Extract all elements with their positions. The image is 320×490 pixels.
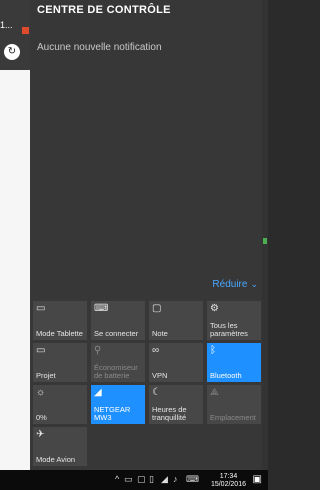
tab-label[interactable]: 1... — [0, 20, 13, 36]
quick-action-label: Mode Tablette — [36, 329, 83, 338]
chevron-up-icon[interactable]: ^ — [115, 474, 119, 484]
quick-action-all-settings[interactable]: ⚙ Tous les paramètres — [207, 301, 261, 340]
chevron-down-icon: ⌄ — [250, 279, 258, 289]
window-content — [0, 70, 34, 470]
quick-action-label: Note — [152, 329, 168, 338]
input-language-icon[interactable]: ⌨ — [186, 474, 199, 485]
quiet-hours-icon: ☾ — [152, 387, 161, 398]
location-icon: ⟁ — [210, 387, 219, 398]
panel-title: CENTRE DE CONTRÔLE — [37, 4, 171, 16]
quick-action-label: Tous les paramètres — [210, 321, 248, 338]
collapse-link[interactable]: Réduire ⌄ — [212, 279, 258, 290]
quick-action-label: Se connecter — [94, 329, 139, 338]
quick-action-wifi[interactable]: ◢ NETGEAR MW3 — [91, 385, 145, 424]
battery-saver-icon: ⚲ — [94, 345, 102, 356]
quick-action-location[interactable]: ⟁ Emplacement — [207, 385, 261, 424]
quick-action-label: Heures de tranquillité — [152, 405, 187, 422]
quick-action-tablet-mode[interactable]: ▭ Mode Tablette — [33, 301, 87, 340]
quick-action-label: Économiseur de batterie — [94, 363, 138, 380]
quick-action-label: Bluetooth — [210, 371, 242, 380]
wifi-icon[interactable]: ◢ — [161, 474, 168, 485]
project-icon: ▭ — [36, 345, 46, 356]
quick-action-label: Projet — [36, 371, 56, 380]
airplane-icon: ✈ — [36, 429, 45, 440]
taskbar: ^ ▭ ▢ ▯ ◢ ♪ ⌨ 17:34 15/02/2016 ▣ — [0, 470, 268, 490]
taskbar-clock[interactable]: 17:34 15/02/2016 — [211, 473, 246, 489]
vpn-icon: ∞ — [152, 345, 160, 356]
refresh-icon[interactable]: ↻ — [4, 44, 20, 60]
wifi-icon: ◢ — [94, 387, 102, 398]
window-edge — [262, 0, 268, 470]
notifications-empty-message: Aucune nouvelle notification — [37, 42, 162, 53]
connect-icon: ⌨ — [94, 303, 109, 314]
quick-action-airplane-mode[interactable]: ✈ Mode Avion — [33, 427, 87, 466]
app-icon[interactable] — [22, 27, 29, 34]
quick-action-label: NETGEAR MW3 — [94, 405, 131, 422]
brightness-icon: ☼ — [36, 387, 46, 398]
status-indicator — [263, 238, 267, 244]
quick-action-label: 0% — [36, 413, 47, 422]
quick-action-label: Emplacement — [210, 413, 256, 422]
date: 15/02/2016 — [210, 481, 246, 488]
quick-action-quiet-hours[interactable]: ☾ Heures de tranquillité — [149, 385, 203, 424]
time: 17:34 — [219, 473, 238, 480]
quick-action-label: VPN — [152, 371, 168, 380]
action-center-icon[interactable]: ▣ — [253, 474, 262, 485]
settings-icon: ⚙ — [210, 303, 219, 314]
quick-action-brightness[interactable]: ☼ 0% — [33, 385, 87, 424]
display-icon[interactable]: ▢ — [137, 474, 146, 485]
keyboard-icon[interactable]: ▭ — [124, 474, 133, 485]
quick-actions-grid: ▭ Mode Tablette ⌨ Se connecter ▢ Note ⚙ … — [33, 301, 261, 469]
note-icon: ▢ — [152, 303, 162, 314]
volume-icon[interactable]: ♪ — [173, 474, 178, 484]
quick-action-project[interactable]: ▭ Projet — [33, 343, 87, 382]
battery-icon[interactable]: ▯ — [149, 474, 154, 485]
quick-action-bluetooth[interactable]: ᛒ Bluetooth — [207, 343, 261, 382]
collapse-label: Réduire — [212, 279, 248, 290]
quick-action-connect[interactable]: ⌨ Se connecter — [91, 301, 145, 340]
quick-action-vpn[interactable]: ∞ VPN — [149, 343, 203, 382]
quick-action-note[interactable]: ▢ Note — [149, 301, 203, 340]
action-center-panel: CENTRE DE CONTRÔLE Aucune nouvelle notif… — [30, 0, 262, 470]
bluetooth-icon: ᛒ — [210, 345, 216, 356]
quick-action-label: Mode Avion — [36, 455, 76, 464]
tablet-mode-icon: ▭ — [36, 303, 46, 314]
quick-action-battery-saver[interactable]: ⚲ Économiseur de batterie — [91, 343, 145, 382]
